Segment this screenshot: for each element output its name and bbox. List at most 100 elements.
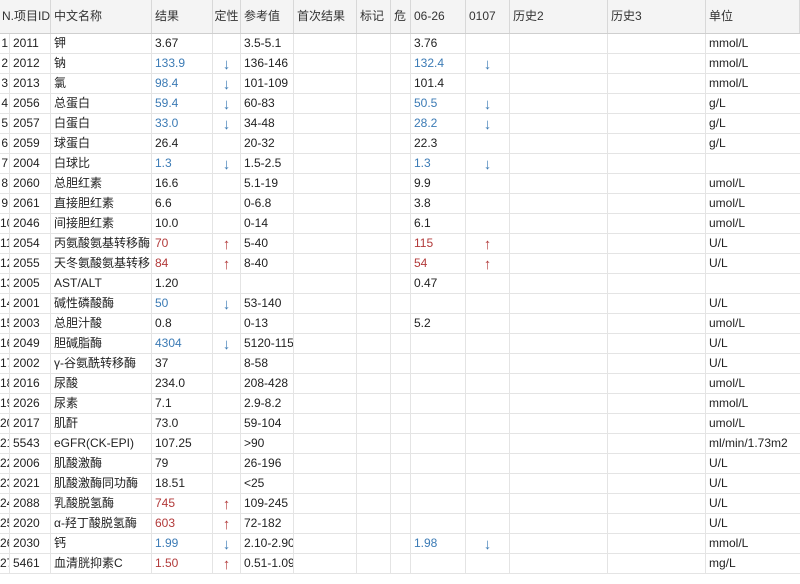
table-row[interactable]: 262030钙1.99↓2.10-2.901.98↓mmol/L [0,534,800,554]
history2-value [510,494,608,513]
reference-range [241,274,294,293]
history1-value [411,474,466,493]
history3-value [608,454,706,473]
history2-value [510,94,608,113]
first-result [294,174,357,193]
table-row[interactable]: 132005AST/ALT1.20 0.47 [0,274,800,294]
table-row[interactable]: 122055天冬氨酸氨基转移84↑8-4054↑U/L [0,254,800,274]
header-crit[interactable]: 危 [391,0,411,33]
table-row[interactable]: 6 2059 球蛋白 26.4 20-32 22.3 g/L [0,134,800,154]
unit: umol/L [709,196,746,210]
table-row[interactable]: 4 2056 总蛋白 59.4 ↓ 60-83 50.5 ↓ g/L [0,94,800,114]
table-row[interactable]: 182016尿酸234.0 208-428 umol/L [0,374,800,394]
header-result[interactable]: 结果 [152,0,213,33]
row-number: 9 [0,194,10,213]
item-id: 2011 [10,34,51,53]
mark [357,314,391,333]
result-flag [213,314,241,333]
row-number: 10 [0,214,10,233]
header-history1[interactable]: 06-26 [411,0,466,33]
unit: umol/L [709,316,746,330]
result-value: 26.4 [152,134,213,153]
table-row[interactable]: 5 2057 白蛋白 33.0 ↓ 34-48 28.2 ↓ g/L [0,114,800,134]
table-row[interactable]: 252020α-羟丁酸脱氢酶603↑72-182 U/L [0,514,800,534]
result-value: 6.6 [152,194,213,213]
table-row[interactable]: 8 2060 总胆红素 16.6 5.1-19 9.9 umol/L [0,174,800,194]
history1-value: 50.5 [411,94,466,113]
header-id[interactable]: N.项目ID [0,0,51,33]
mark [357,394,391,413]
header-first[interactable]: 首次结果 [294,0,357,33]
reference-range: 0-6.8 [241,194,294,213]
header-history1-flag[interactable]: 0107 [466,0,510,33]
table-row[interactable]: 202017肌酐73.0 59-104 umol/L [0,414,800,434]
first-result [294,254,357,273]
table-row[interactable]: 232021肌酸激酶同功酶18.51 <25 U/L [0,474,800,494]
history1-value [411,514,466,533]
reference-range: 20-32 [241,134,294,153]
row-number: 27 [0,554,10,573]
header-ref[interactable]: 参考值 [241,0,294,33]
row-number: 23 [0,474,10,493]
row-number: 13 [0,274,10,293]
header-unit[interactable]: 单位 [706,0,800,33]
header-flag[interactable]: 定性 [213,0,241,33]
reference-range: 101-109 [241,74,294,93]
history1-flag [466,354,510,373]
table-row[interactable]: 275461血清胱抑素C1.50↑0.51-1.09 mg/L [0,554,800,574]
table-row[interactable]: 9 2061 直接胆红素 6.6 0-6.8 3.8 umol/L [0,194,800,214]
table-row[interactable]: 242088乳酸脱氢酶745↑109-245 U/L [0,494,800,514]
header-name[interactable]: 中文名称 [51,0,152,33]
result-value: 7.1 [152,394,213,413]
table-row[interactable]: 222006肌酸激酶79 26-196 U/L [0,454,800,474]
item-name: 白球比 [51,154,152,173]
reference-range: 34-48 [241,114,294,133]
table-row[interactable]: 152003总胆汁酸0.8 0-13 5.2 umol/L [0,314,800,334]
reference-range: 5-40 [241,234,294,253]
mark [357,194,391,213]
item-id: 2059 [10,134,51,153]
first-result [294,274,357,293]
history3-value [608,314,706,333]
result-value: 59.4 [152,94,213,113]
result-value: 18.51 [152,474,213,493]
header-history2[interactable]: 历史2 [510,0,608,33]
result-flag [213,214,241,233]
table-row[interactable]: 162049胆碱脂酶4304↓5120-115 U/L [0,334,800,354]
header-history3[interactable]: 历史3 [608,0,706,33]
table-row[interactable]: 7 2004 白球比 1.3 ↓ 1.5-2.5 1.3 ↓ [0,154,800,174]
history2-value [510,314,608,333]
mark [357,74,391,93]
row-number: 19 [0,394,10,413]
reference-range: 136-146 [241,54,294,73]
table-row[interactable]: 102046间接胆红素10.0 0-14 6.1 umol/L [0,214,800,234]
item-name: 钙 [51,534,152,553]
history1-flag [466,274,510,293]
table-row[interactable]: 215543eGFR(CK-EPI)107.25 >90 ml/min/1.73m2 [0,434,800,454]
critical [391,274,411,293]
table-row[interactable]: 192026尿素7.1 2.9-8.2 mmol/L [0,394,800,414]
critical [391,194,411,213]
arrow-down-icon: ↓ [466,534,510,553]
result-value: 73.0 [152,414,213,433]
table-row[interactable]: 3 2013 氯 98.4 ↓ 101-109 101.4 mmol/L [0,74,800,94]
unit: mmol/L [709,76,749,90]
history3-value [608,474,706,493]
mark [357,334,391,353]
table-row[interactable]: 2 2012 钠 133.9 ↓ 136-146 132.4 ↓ mmol/L [0,54,800,74]
item-id: 2030 [10,534,51,553]
history1-flag [466,314,510,333]
reference-range: 8-58 [241,354,294,373]
history2-value [510,554,608,573]
item-name: 间接胆红素 [51,214,152,233]
history1-flag [466,554,510,573]
table-row[interactable]: 142001碱性磷酸酶50↓53-140 U/L [0,294,800,314]
header-mark[interactable]: 标记 [357,0,391,33]
arrow-up-icon: ↑ [213,234,241,253]
row-number: 11 [0,234,10,253]
result-value: 107.25 [152,434,213,453]
history1-flag [466,434,510,453]
table-row[interactable]: 112054丙氨酸氨基转移酶70↑5-40115↑U/L [0,234,800,254]
table-row[interactable]: 1 2011 钾 3.67 3.5-5.1 3.76 mmol/L [0,34,800,54]
table-row[interactable]: 172002γ-谷氨酰转移酶37 8-58 U/L [0,354,800,374]
